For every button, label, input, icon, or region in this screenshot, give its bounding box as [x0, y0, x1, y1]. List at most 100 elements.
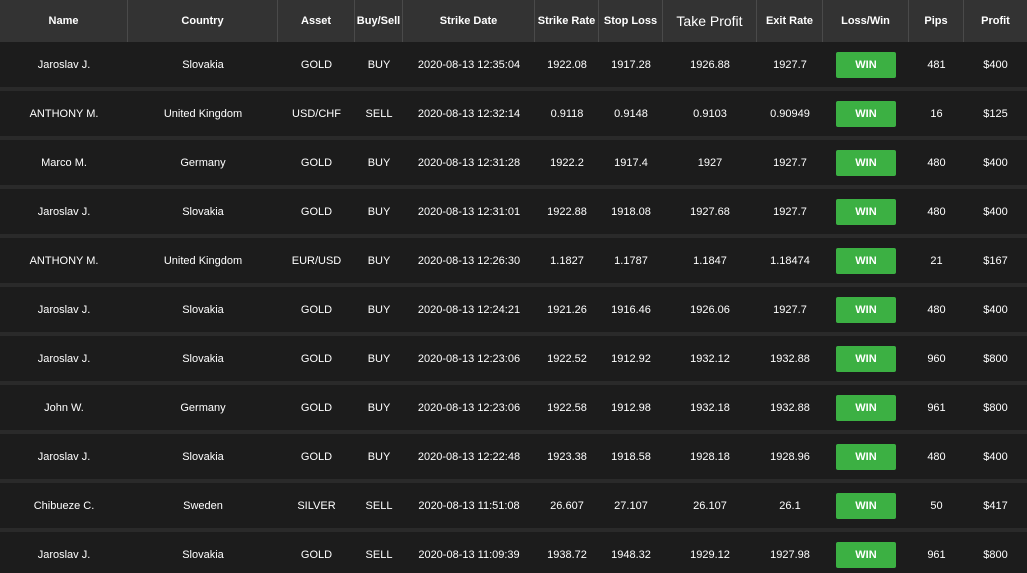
- cell-strike-date: 2020-08-13 12:23:06: [417, 401, 521, 414]
- cell-profit: $400: [983, 58, 1008, 71]
- cell-name: ANTHONY M.: [29, 107, 99, 120]
- header-country[interactable]: Country: [128, 0, 278, 42]
- cell-strike-rate: 1922.88: [547, 205, 587, 218]
- cell-loss-win: WIN: [823, 189, 909, 234]
- cell-profit: $400: [983, 303, 1008, 316]
- cell-loss-win: WIN: [823, 140, 909, 185]
- header-strike-rate[interactable]: Strike Rate: [535, 0, 599, 42]
- win-badge: WIN: [836, 541, 896, 568]
- cell-name: John W.: [44, 401, 84, 414]
- cell-pips: 16: [930, 107, 943, 120]
- cell-pips: 480: [927, 205, 946, 218]
- header-loss-win[interactable]: Loss/Win: [823, 0, 909, 42]
- cell-country: Slovakia: [182, 303, 224, 316]
- cell-country: Germany: [180, 156, 226, 169]
- cell-strike-rate: 1922.2: [550, 156, 584, 169]
- cell-pips: 960: [927, 352, 946, 365]
- table-row: John W. Germany GOLD BUY 2020-08-13 12:2…: [0, 385, 1027, 434]
- cell-loss-win: WIN: [823, 483, 909, 528]
- cell-pips: 961: [927, 548, 946, 561]
- cell-exit-rate: 1927.7: [773, 205, 807, 218]
- cell-strike-rate: 1922.08: [547, 58, 587, 71]
- cell-strike-rate: 0.9118: [550, 107, 584, 120]
- cell-stop-loss: 0.9148: [614, 107, 648, 120]
- cell-stop-loss: 1916.46: [611, 303, 651, 316]
- header-take-profit[interactable]: Take Profit: [663, 0, 757, 42]
- cell-stop-loss: 1917.28: [611, 58, 651, 71]
- win-badge: WIN: [836, 345, 896, 372]
- table-row: Jaroslav J. Slovakia GOLD SELL 2020-08-1…: [0, 532, 1027, 573]
- win-badge: WIN: [836, 394, 896, 421]
- header-asset[interactable]: Asset: [278, 0, 355, 42]
- cell-country: United Kingdom: [163, 107, 243, 120]
- cell-take-profit: 26.107: [693, 499, 727, 512]
- cell-exit-rate: 1927.7: [773, 303, 807, 316]
- cell-name: Jaroslav J.: [37, 352, 91, 365]
- cell-profit: $400: [983, 205, 1008, 218]
- cell-strike-date: 2020-08-13 12:24:21: [417, 303, 521, 316]
- cell-loss-win: WIN: [823, 385, 909, 430]
- cell-pips: 480: [927, 156, 946, 169]
- table-row: Jaroslav J. Slovakia GOLD BUY 2020-08-13…: [0, 336, 1027, 385]
- cell-asset: GOLD: [300, 548, 333, 561]
- header-stop-loss[interactable]: Stop Loss: [599, 0, 663, 42]
- table-row: ANTHONY M. United Kingdom USD/CHF SELL 2…: [0, 91, 1027, 140]
- cell-strike-rate: 1938.72: [547, 548, 587, 561]
- cell-take-profit: 1926.88: [690, 58, 730, 71]
- table-row: Chibueze C. Sweden SILVER SELL 2020-08-1…: [0, 483, 1027, 532]
- cell-asset: GOLD: [300, 58, 333, 71]
- cell-take-profit: 1927: [697, 156, 723, 169]
- header-pips[interactable]: Pips: [909, 0, 964, 42]
- cell-buy-sell: BUY: [367, 401, 391, 414]
- header-buy-sell[interactable]: Buy/Sell: [355, 0, 403, 42]
- cell-take-profit: 1932.12: [690, 352, 730, 365]
- cell-stop-loss: 1917.4: [614, 156, 648, 169]
- win-badge: WIN: [836, 149, 896, 176]
- cell-strike-rate: 1.1827: [550, 254, 584, 267]
- cell-profit: $800: [983, 352, 1008, 365]
- cell-asset: GOLD: [300, 205, 333, 218]
- cell-profit: $800: [983, 401, 1008, 414]
- cell-pips: 480: [927, 450, 946, 463]
- cell-asset: EUR/USD: [291, 254, 342, 267]
- header-strike-date[interactable]: Strike Date: [403, 0, 535, 42]
- cell-strike-rate: 1923.38: [547, 450, 587, 463]
- cell-buy-sell: BUY: [367, 205, 391, 218]
- win-badge: WIN: [836, 198, 896, 225]
- cell-name: Jaroslav J.: [37, 303, 91, 316]
- table-row: Jaroslav J. Slovakia GOLD BUY 2020-08-13…: [0, 42, 1027, 91]
- header-exit-rate[interactable]: Exit Rate: [757, 0, 823, 42]
- cell-exit-rate: 0.90949: [770, 107, 810, 120]
- trades-table: Name Country Asset Buy/Sell Strike Date …: [0, 0, 1027, 573]
- cell-strike-rate: 1921.26: [547, 303, 587, 316]
- win-badge: WIN: [836, 100, 896, 127]
- win-badge: WIN: [836, 51, 896, 78]
- cell-take-profit: 1926.06: [690, 303, 730, 316]
- cell-asset: GOLD: [300, 156, 333, 169]
- cell-exit-rate: 1928.96: [770, 450, 810, 463]
- cell-strike-date: 2020-08-13 11:51:08: [418, 499, 520, 512]
- cell-exit-rate: 1927.7: [773, 156, 807, 169]
- cell-stop-loss: 1912.92: [611, 352, 651, 365]
- cell-take-profit: 1928.18: [690, 450, 730, 463]
- table-header: Name Country Asset Buy/Sell Strike Date …: [0, 0, 1027, 42]
- header-profit[interactable]: Profit: [964, 0, 1027, 42]
- cell-take-profit: 1927.68: [690, 205, 730, 218]
- cell-strike-rate: 26.607: [550, 499, 584, 512]
- cell-profit: $800: [983, 548, 1008, 561]
- cell-take-profit: 0.9103: [693, 107, 727, 120]
- cell-country: Slovakia: [182, 205, 224, 218]
- cell-loss-win: WIN: [823, 287, 909, 332]
- cell-exit-rate: 1932.88: [770, 401, 810, 414]
- cell-loss-win: WIN: [823, 42, 909, 87]
- header-name[interactable]: Name: [0, 0, 128, 42]
- cell-profit: $400: [983, 450, 1008, 463]
- cell-name: Chibueze C.: [33, 499, 95, 512]
- cell-asset: GOLD: [300, 450, 333, 463]
- win-badge: WIN: [836, 492, 896, 519]
- table-row: Marco M. Germany GOLD BUY 2020-08-13 12:…: [0, 140, 1027, 189]
- cell-asset: GOLD: [300, 303, 333, 316]
- cell-strike-date: 2020-08-13 12:35:04: [417, 58, 521, 71]
- cell-buy-sell: BUY: [367, 352, 391, 365]
- cell-profit: $125: [983, 107, 1008, 120]
